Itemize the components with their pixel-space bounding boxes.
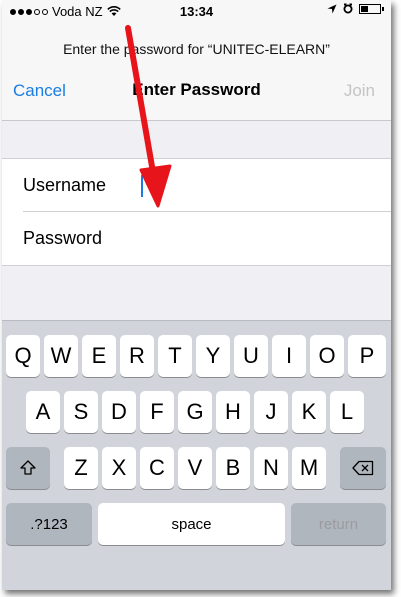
return-key[interactable]: return <box>291 503 386 545</box>
key-q[interactable]: Q <box>6 335 40 377</box>
username-field[interactable]: Username <box>23 159 391 212</box>
join-button[interactable]: Join <box>344 81 375 101</box>
key-y[interactable]: Y <box>196 335 230 377</box>
phone-screen: Voda NZ 13:34 Enter the password for “UN… <box>2 0 391 590</box>
page-title: Enter Password <box>132 80 261 99</box>
key-i[interactable]: I <box>272 335 306 377</box>
location-icon <box>327 4 337 13</box>
delete-icon <box>352 460 374 476</box>
key-h[interactable]: H <box>216 391 250 433</box>
key-n[interactable]: N <box>254 447 288 489</box>
key-m[interactable]: M <box>292 447 326 489</box>
key-w[interactable]: W <box>44 335 78 377</box>
key-e[interactable]: E <box>82 335 116 377</box>
key-o[interactable]: O <box>310 335 344 377</box>
key-k[interactable]: K <box>292 391 326 433</box>
key-v[interactable]: V <box>178 447 212 489</box>
space-key[interactable]: space <box>98 503 285 545</box>
key-b[interactable]: B <box>216 447 250 489</box>
status-indicators <box>327 3 384 14</box>
key-x[interactable]: X <box>102 447 136 489</box>
credentials-form: Username Password <box>2 158 391 266</box>
password-label: Password <box>23 228 103 248</box>
key-g[interactable]: G <box>178 391 212 433</box>
username-label: Username <box>23 175 107 195</box>
shift-icon <box>20 460 36 475</box>
key-a[interactable]: A <box>26 391 60 433</box>
status-bar: Voda NZ 13:34 <box>2 0 391 24</box>
navigation-bar: Enter the password for “UNITEC-ELEARN” C… <box>2 24 391 121</box>
key-r[interactable]: R <box>120 335 154 377</box>
text-cursor <box>141 175 143 197</box>
key-l[interactable]: L <box>330 391 364 433</box>
alarm-icon <box>343 3 353 14</box>
numbers-key[interactable]: .?123 <box>6 503 92 545</box>
keyboard: Q W E R T Y U I O P A S D F G H J K L Z … <box>2 320 391 590</box>
key-d[interactable]: D <box>102 391 136 433</box>
key-z[interactable]: Z <box>64 447 98 489</box>
key-u[interactable]: U <box>234 335 268 377</box>
delete-key[interactable] <box>340 447 386 489</box>
key-p[interactable]: P <box>348 335 386 377</box>
key-s[interactable]: S <box>64 391 98 433</box>
password-field[interactable]: Password <box>2 212 391 264</box>
key-f[interactable]: F <box>140 391 174 433</box>
battery-icon <box>359 3 384 14</box>
key-t[interactable]: T <box>158 335 192 377</box>
password-prompt: Enter the password for “UNITEC-ELEARN” <box>63 41 330 57</box>
key-j[interactable]: J <box>254 391 288 433</box>
shift-key[interactable] <box>6 447 50 489</box>
key-c[interactable]: C <box>140 447 174 489</box>
